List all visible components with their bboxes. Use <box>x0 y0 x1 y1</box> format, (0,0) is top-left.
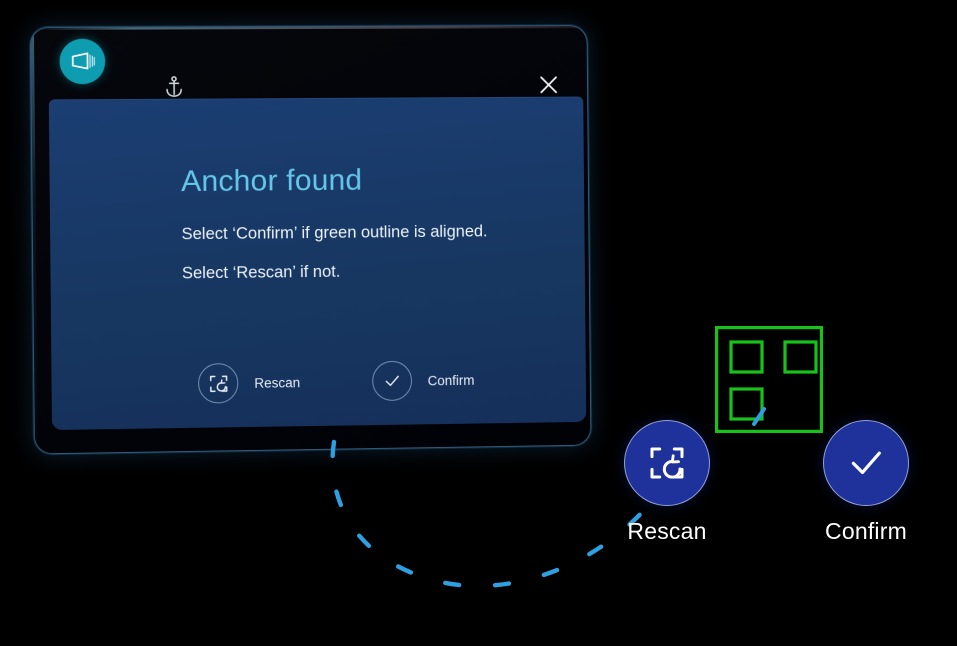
hologram-scene: Anchor found Select ‘Confirm’ if green o… <box>0 0 957 646</box>
anchor-glyph <box>165 75 182 97</box>
dialog-body-line-1: Select ‘Confirm’ if green outline is ali… <box>181 222 488 244</box>
dialog-rescan-ring <box>197 363 239 404</box>
floating-rescan-button[interactable]: Rescan <box>624 420 710 545</box>
check-icon <box>851 451 881 475</box>
dialog-rescan-button[interactable]: Rescan <box>197 362 301 404</box>
dialog-action-row: Rescan Confirm <box>197 360 475 404</box>
dialog-confirm-button[interactable]: Confirm <box>371 360 475 402</box>
app-icon-badge[interactable] <box>59 38 106 85</box>
trail-dash-stray <box>750 404 774 428</box>
window-titlebar <box>31 26 587 97</box>
rescan-icon <box>208 373 229 394</box>
dialog-confirm-label: Confirm <box>427 372 475 388</box>
window-frame: Anchor found Select ‘Confirm’ if green o… <box>29 25 592 455</box>
app-window: Anchor found Select ‘Confirm’ if green o… <box>29 25 592 455</box>
dialog-rescan-label: Rescan <box>254 374 301 391</box>
floating-confirm-circle <box>823 420 909 506</box>
floating-confirm-label: Confirm <box>825 518 907 544</box>
rescan-icon <box>650 447 684 479</box>
trail-dash-glyph <box>752 407 766 426</box>
dialog-body-line-2: Select ‘Rescan’ if not. <box>181 262 341 283</box>
floating-rescan-circle <box>624 420 710 506</box>
floating-confirm-button[interactable]: Confirm <box>823 420 909 545</box>
slate-app-icon <box>70 51 94 69</box>
anchor-icon[interactable] <box>159 72 190 102</box>
close-icon <box>538 74 560 96</box>
dialog-confirm-ring <box>371 360 412 402</box>
floating-rescan-label: Rescan <box>627 518 707 544</box>
check-icon <box>382 371 402 391</box>
dialog-panel: Anchor found Select ‘Confirm’ if green o… <box>48 96 587 430</box>
dialog-title: Anchor found <box>180 163 363 199</box>
